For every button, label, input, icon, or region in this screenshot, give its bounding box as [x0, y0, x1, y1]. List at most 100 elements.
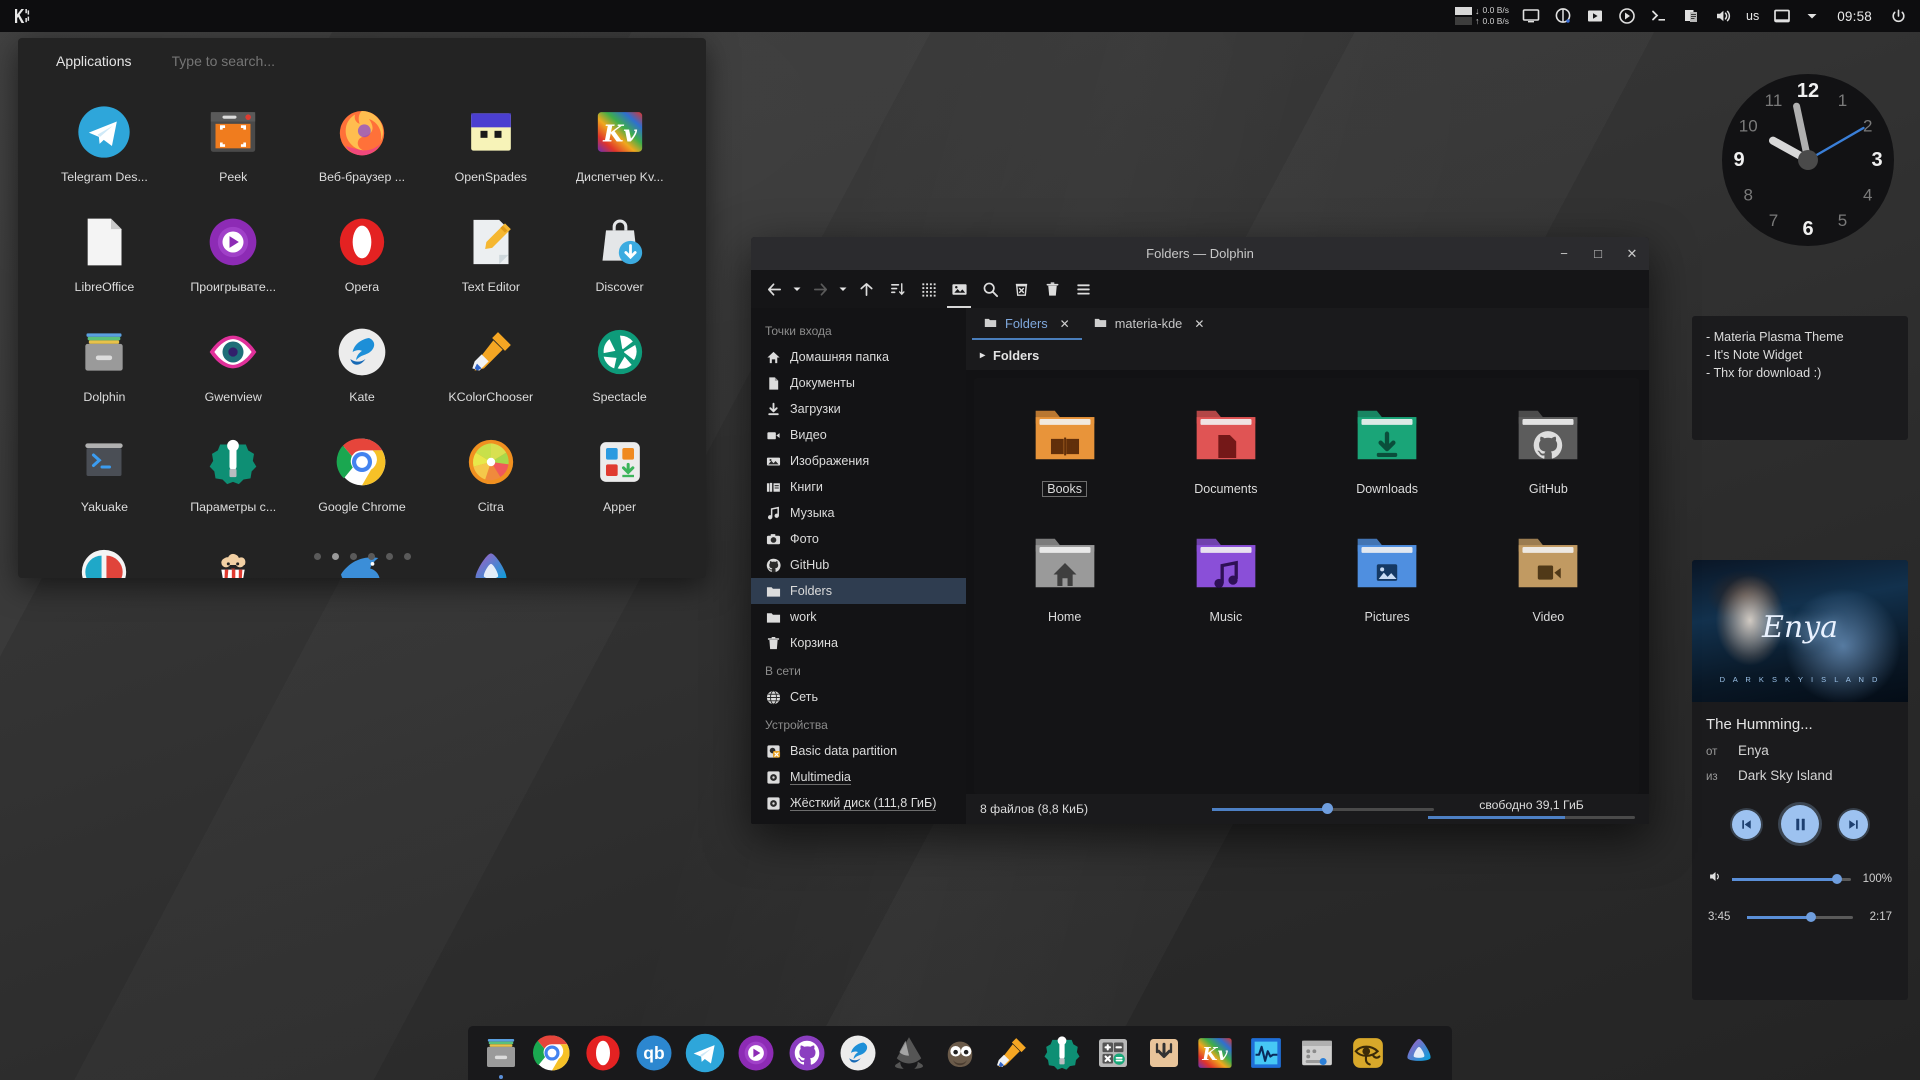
minimize-button[interactable]: − [1547, 237, 1581, 270]
file-item-documents[interactable]: Documents [1145, 398, 1306, 526]
zoom-slider[interactable] [1212, 794, 1434, 824]
display-icon[interactable] [1515, 0, 1547, 32]
keyboard-layout-indicator[interactable]: us [1739, 0, 1766, 32]
launcher-page-dot-2[interactable] [331, 553, 339, 560]
media-play-icon[interactable] [1579, 0, 1611, 32]
dock-item-jellyfin[interactable] [1398, 1032, 1440, 1074]
file-item-home[interactable]: Home [984, 526, 1145, 654]
launcher-app-20[interactable]: Apper [555, 426, 684, 536]
media-player-widget[interactable]: Enya D A R K S K Y I S L A N D The Hummi… [1692, 560, 1908, 1000]
place-item-книги[interactable]: Книги [751, 474, 966, 500]
place-item-загрузки[interactable]: Загрузки [751, 396, 966, 422]
place-item-видео[interactable]: Видео [751, 422, 966, 448]
launcher-title[interactable]: Applications [56, 53, 132, 69]
launcher-app-13[interactable]: Kate [298, 316, 427, 426]
dock-item-downloader[interactable] [1143, 1032, 1185, 1074]
chevron-down-icon[interactable] [1798, 0, 1826, 32]
back-button[interactable] [759, 274, 789, 304]
skip-next-icon[interactable] [1839, 809, 1868, 839]
preview-button[interactable] [944, 274, 974, 308]
find-button[interactable] [975, 274, 1005, 304]
launcher-app-5[interactable]: Kv Диспетчер Kv... [555, 96, 684, 206]
file-item-downloads[interactable]: Downloads [1307, 398, 1468, 526]
dock-item-kvantum-manager[interactable] [1296, 1032, 1338, 1074]
launcher-app-1[interactable]: Telegram Des... [40, 96, 169, 206]
pause-icon[interactable] [1781, 805, 1819, 843]
place-item-музыка[interactable]: Музыка [751, 500, 966, 526]
launcher-page-dot-3[interactable] [349, 553, 357, 560]
dolphin-tab-1[interactable]: Folders ✕ [972, 309, 1082, 340]
file-item-video[interactable]: Video [1468, 526, 1629, 654]
launcher-page-dot-6[interactable] [403, 553, 411, 560]
launcher-app-14[interactable]: KColorChooser [426, 316, 555, 426]
opera-sync-icon[interactable] [1547, 0, 1579, 32]
maximize-button[interactable]: □ [1581, 237, 1615, 270]
dock-item-kcolorchooser[interactable] [990, 1032, 1032, 1074]
notes-widget[interactable]: - Materia Plasma Theme - It's Note Widget… [1692, 316, 1908, 440]
dock-item-mediaplayer[interactable] [735, 1032, 777, 1074]
dolphin-tab-close-icon[interactable]: ✕ [1194, 317, 1204, 331]
launcher-app-16[interactable]: Yakuake [40, 426, 169, 536]
dolphin-tab-close-icon[interactable]: ✕ [1060, 317, 1070, 331]
launcher-app-18[interactable]: Google Chrome [298, 426, 427, 536]
place-item-изображения[interactable]: Изображения [751, 448, 966, 474]
dock-item-opera[interactable] [582, 1032, 624, 1074]
breadcrumb-label[interactable]: Folders [993, 348, 1039, 363]
dock-item-qbittorrent[interactable]: qb [633, 1032, 675, 1074]
dock-item-gimp[interactable] [939, 1032, 981, 1074]
launcher-app-9[interactable]: Text Editor [426, 206, 555, 316]
back-history-caret[interactable] [790, 274, 804, 304]
file-item-pictures[interactable]: Pictures [1307, 526, 1468, 654]
delete-button[interactable] [1006, 274, 1036, 304]
launcher-app-11[interactable]: Dolphin [40, 316, 169, 426]
dolphin-titlebar[interactable]: Folders — Dolphin − □ ✕ [751, 237, 1649, 270]
analog-clock-widget[interactable]: 12 1 2 3 4 5 6 7 8 9 10 11 [1708, 62, 1908, 258]
place-item-документы[interactable]: Документы [751, 370, 966, 396]
launcher-app-6[interactable]: LibreOffice [40, 206, 169, 316]
dock-item-systemsettings[interactable] [1041, 1032, 1083, 1074]
icons-view-button[interactable] [913, 274, 943, 304]
terminal-icon[interactable] [1643, 0, 1675, 32]
kickoff-application-launcher-icon[interactable] [0, 0, 44, 32]
launcher-app-10[interactable]: Discover [555, 206, 684, 316]
network-monitor-widget[interactable]: ↓ ↑ 0.0 B/s 0.0 B/s [1445, 5, 1515, 26]
dock-item-calculator[interactable] [1092, 1032, 1134, 1074]
volume-icon[interactable] [1707, 0, 1739, 32]
dock-item-kvantum[interactable]: Kv [1194, 1032, 1236, 1074]
dock-item-kate[interactable] [837, 1032, 879, 1074]
power-icon[interactable] [1883, 0, 1914, 32]
launcher-app-8[interactable]: Opera [298, 206, 427, 316]
dock-item-dolphin[interactable] [480, 1032, 522, 1074]
launcher-app-4[interactable]: OpenSpades [426, 96, 555, 206]
launcher-app-3[interactable]: Веб-браузер ... [298, 96, 427, 206]
launcher-app-15[interactable]: Spectacle [555, 316, 684, 426]
dolphin-window[interactable]: Folders — Dolphin − □ ✕ Точки входа Дома… [751, 237, 1649, 824]
place-item-домашняя-папка[interactable]: Домашняя папка [751, 344, 966, 370]
dolphin-tab-2[interactable]: materia-kde ✕ [1082, 309, 1217, 340]
place-item-work[interactable]: work [751, 604, 966, 630]
place-item-multimedia[interactable]: Multimedia [751, 764, 966, 790]
volume-slider[interactable] [1732, 874, 1851, 884]
dock-item-github[interactable] [786, 1032, 828, 1074]
file-item-github[interactable]: GitHub [1468, 398, 1629, 526]
search-input[interactable] [171, 53, 502, 69]
launcher-app-12[interactable]: Gwenview [169, 316, 298, 426]
place-item-сеть[interactable]: Сеть [751, 684, 966, 710]
launcher-app-17[interactable]: Параметры с... [169, 426, 298, 536]
launcher-app-19[interactable]: Citra [426, 426, 555, 536]
close-button[interactable]: ✕ [1615, 237, 1649, 270]
place-item-github[interactable]: GitHub [751, 552, 966, 578]
breadcrumb[interactable]: ▸ Folders [966, 340, 1649, 370]
trash-button[interactable] [1037, 274, 1067, 304]
place-item-basic-data-partition[interactable]: Basic data partition [751, 738, 966, 764]
volume-icon[interactable] [1708, 869, 1723, 889]
launcher-page-dot-4[interactable] [367, 553, 375, 560]
place-item-жёсткий-диск-111-8-гиб-[interactable]: Жёсткий диск (111,8 ГиБ) [751, 790, 966, 816]
clipboard-icon[interactable] [1675, 0, 1707, 32]
up-button[interactable] [851, 274, 881, 304]
dock-item-chrome[interactable] [531, 1032, 573, 1074]
sort-button[interactable] [882, 274, 912, 304]
seek-slider[interactable] [1747, 912, 1853, 922]
launcher-page-dot-1[interactable] [313, 553, 321, 560]
free-space-indicator[interactable]: свободно 39,1 ГиБ [1428, 794, 1635, 824]
